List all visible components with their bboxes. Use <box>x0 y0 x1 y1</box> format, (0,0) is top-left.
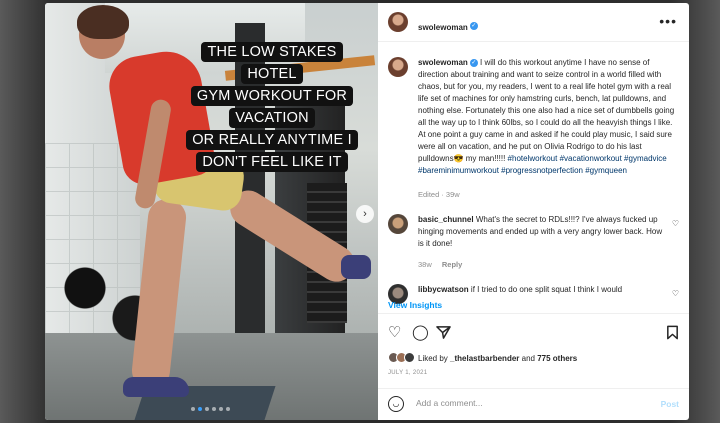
carousel-dots <box>191 407 230 411</box>
liked-middle: and <box>521 354 535 363</box>
comments-area[interactable]: swolewoman ✓ I will do this workout anyti… <box>378 41 689 311</box>
more-options-icon[interactable]: ••• <box>659 13 677 29</box>
liked-by-row: Liked by _thelastbarbender and 775 other… <box>388 352 577 365</box>
username-link[interactable]: swolewoman <box>418 23 468 32</box>
carousel-dot <box>205 407 209 411</box>
carousel-dot <box>212 407 216 411</box>
comment-body: libbycwatson if I tried to do one split … <box>418 284 664 296</box>
liked-prefix: Liked by <box>418 354 448 363</box>
likes-count-link[interactable]: 775 others <box>537 354 577 363</box>
carousel-dot <box>226 407 230 411</box>
comment-meta: 38w Reply <box>418 260 462 269</box>
post-side-panel: swolewoman ✓ ••• swolewoman ✓ I will do th… <box>378 3 689 420</box>
avatar[interactable] <box>388 12 408 32</box>
comment-like-icon[interactable]: ♡ <box>672 289 679 298</box>
caption-username[interactable]: swolewoman <box>418 58 468 67</box>
comment-username[interactable]: basic_chunnel <box>418 215 474 224</box>
caption-edited: Edited · 39w <box>418 190 460 199</box>
add-comment-input[interactable] <box>414 397 638 409</box>
caption-line: THE LOW STAKES HOTEL <box>201 42 343 84</box>
carousel-next-button[interactable]: › <box>356 205 374 223</box>
caption-body: swolewoman ✓ I will do this workout anyti… <box>418 57 676 177</box>
carousel-dot <box>191 407 195 411</box>
paper-plane-icon[interactable] <box>436 325 451 344</box>
caption-line: OR REALLY ANYTIME I <box>186 130 358 150</box>
divider <box>378 313 689 314</box>
comment-age: 38w <box>418 260 432 269</box>
photo-hair <box>77 5 129 39</box>
comment-composer: ◡ Post <box>378 388 689 420</box>
bookmark-icon[interactable] <box>666 325 679 344</box>
reply-button[interactable]: Reply <box>442 260 462 269</box>
caption-line: GYM WORKOUT FOR <box>190 86 354 106</box>
heart-icon[interactable]: ♡ <box>388 325 401 341</box>
comment-username[interactable]: libbycwatson <box>418 285 469 294</box>
comment-body: basic_chunnel What's the secret to RDLs!… <box>418 214 664 250</box>
photo-front-shoe <box>123 377 189 397</box>
header-user: swolewoman ✓ <box>418 17 478 35</box>
photo-dumbbells <box>55 258 205 348</box>
post-modal: THE LOW STAKES HOTEL GYM WORKOUT FOR VAC… <box>45 3 689 420</box>
carousel-dot <box>198 407 202 411</box>
post-photo[interactable]: THE LOW STAKES HOTEL GYM WORKOUT FOR VAC… <box>45 3 378 420</box>
caption-line: DON'T FEEL LIKE IT <box>196 152 348 172</box>
caption-text: I will do this workout anytime I have no… <box>418 58 675 163</box>
caption-line: VACATION <box>229 108 315 128</box>
avatar[interactable] <box>388 57 408 77</box>
comment-text: if I tried to do one split squat I think… <box>470 285 623 294</box>
photo-caption-overlay: THE LOW STAKES HOTEL GYM WORKOUT FOR VAC… <box>179 41 365 173</box>
post-date[interactable]: JULY 1, 2021 <box>388 370 427 376</box>
verified-icon: ✓ <box>469 58 478 67</box>
liked-user-link[interactable]: _thelastbarbender <box>450 354 519 363</box>
verified-icon: ✓ <box>469 21 478 30</box>
post-header: swolewoman ✓ ••• <box>378 3 689 42</box>
view-insights-link[interactable]: View Insights <box>388 300 442 310</box>
emoji-icon[interactable]: ◡ <box>388 396 404 412</box>
post-comment-button[interactable]: Post <box>661 399 679 409</box>
avatar[interactable] <box>388 214 408 234</box>
comment-like-icon[interactable]: ♡ <box>672 219 679 228</box>
liker-avatars <box>388 352 415 365</box>
comment-icon[interactable]: ◯ <box>412 325 429 341</box>
photo-back-shoe <box>341 255 371 279</box>
carousel-dot <box>219 407 223 411</box>
